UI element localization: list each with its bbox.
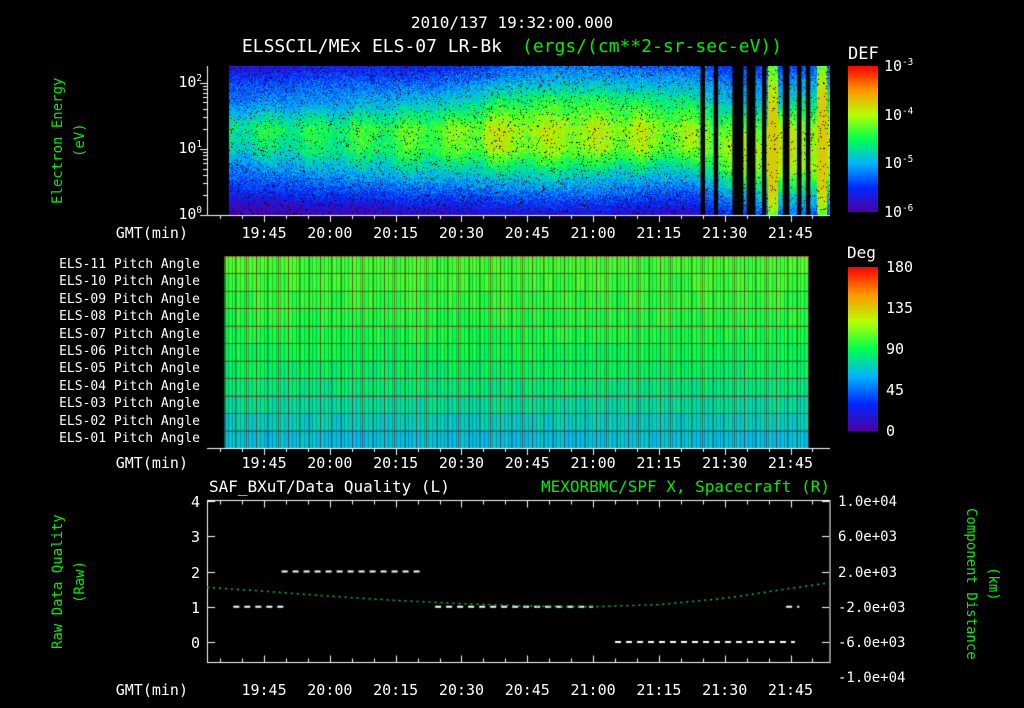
- pitch-row-label: ELS-03 Pitch Angle: [59, 396, 200, 412]
- pitch-row-label: ELS-04 Pitch Angle: [59, 378, 200, 394]
- p3-left-tick-label: 2: [190, 563, 200, 582]
- deg-colorbar: [848, 267, 878, 431]
- pitch-row-label: ELS-06 Pitch Angle: [59, 344, 200, 359]
- x-tick-label: 21:45: [767, 454, 814, 472]
- p3-right-tick-label: 1.0e+04: [838, 494, 898, 510]
- panel3-right-title: MEXORBMC/SPF X, Spacecraft (R): [541, 477, 830, 496]
- pitch-angle-heatmap: [199, 256, 830, 456]
- p3-left-tick-label: 4: [190, 493, 200, 511]
- deg-colorbar-tick-label: 0: [886, 422, 896, 440]
- pitch-row-label: ELS-08 Pitch Angle: [59, 309, 200, 325]
- x-tick-label: 21:30: [702, 224, 748, 242]
- x-tick-label: 20:45: [504, 681, 550, 699]
- pitch-row-label: ELS-10 Pitch Angle: [59, 274, 200, 290]
- def-colorbar-tick-label: 10-3: [884, 57, 914, 75]
- x-tick-label: 21:00: [570, 454, 616, 472]
- pitch-row-label: ELS-01 Pitch Angle: [59, 431, 200, 447]
- panel1-gmt-label: GMT(min): [115, 224, 188, 242]
- quality-distance-plot: [199, 499, 831, 665]
- x-tick-label: 19:45: [241, 681, 287, 699]
- instrument-title: ELSSCIL/MEx ELS-07 LR-Bk: [241, 36, 502, 57]
- panel3-gmt-label: GMT(min): [115, 681, 188, 699]
- def-colorbar-title: DEF: [848, 44, 879, 64]
- x-tick-label: 21:45: [767, 681, 814, 699]
- x-tick-label: 20:00: [307, 224, 353, 242]
- deg-colorbar-tick-label: 45: [886, 381, 905, 399]
- x-tick-label: 20:45: [504, 454, 550, 472]
- pitch-row-label: ELS-09 Pitch Angle: [59, 291, 200, 307]
- x-tick-label: 20:15: [373, 681, 419, 699]
- deg-colorbar-tick-label: 135: [886, 299, 914, 317]
- x-tick-label: 21:15: [636, 224, 682, 242]
- panel3-ylabel-distance: Component Distance: [963, 508, 979, 660]
- deg-colorbar-tick-label: 180: [886, 258, 914, 276]
- p3-right-tick-label: 6.0e+03: [838, 529, 898, 546]
- x-tick-label: 21:45: [767, 224, 814, 242]
- p3-right-tick-label: -1.0e+04: [838, 670, 906, 687]
- p3-left-tick-label: 3: [190, 528, 200, 547]
- x-tick-label: 21:00: [570, 224, 616, 242]
- deg-colorbar-title: Deg: [847, 243, 876, 262]
- p3-right-tick-label: 2.0e+03: [838, 564, 898, 581]
- timestamp-title: 2010/137 19:32:00.000: [410, 13, 614, 32]
- els-quicklook-screen: 2010/137 19:32:00.000 ELSSCIL/MEx ELS-07…: [0, 0, 1024, 708]
- p1-ytick-label: 100: [178, 205, 202, 223]
- panel2-gmt-label: GMT(min): [115, 454, 188, 472]
- x-tick-label: 20:15: [373, 454, 419, 472]
- pitch-row-label: ELS-07 Pitch Angle: [59, 326, 200, 342]
- units-title: (ergs/(cm**2-sr-sec-eV)): [522, 36, 783, 57]
- deg-colorbar-tick-label: 90: [886, 340, 905, 358]
- panel3-ylabel-quality: Raw Data Quality: [50, 514, 66, 650]
- x-tick-label: 21:15: [636, 454, 682, 472]
- x-tick-label: 20:00: [307, 681, 353, 699]
- electron-energy-spectrogram: [199, 66, 830, 223]
- pitch-row-label: ELS-02 Pitch Angle: [59, 413, 200, 429]
- x-tick-label: 21:15: [636, 681, 682, 699]
- def-colorbar-tick-label: 10-5: [884, 154, 914, 173]
- x-tick-label: 19:45: [241, 224, 287, 242]
- def-colorbar-tick-label: 10-6: [884, 203, 914, 221]
- x-tick-label: 21:30: [702, 681, 748, 699]
- x-tick-label: 21:00: [570, 681, 616, 699]
- p1-ytick-label: 102: [178, 72, 202, 91]
- x-tick-label: 21:30: [702, 454, 748, 472]
- panel1-ylabel-energy: Electron Energy: [50, 77, 66, 204]
- def-colorbar: [848, 66, 878, 212]
- x-tick-label: 20:45: [504, 224, 550, 242]
- pitch-row-label: ELS-11 Pitch Angle: [59, 256, 200, 272]
- p3-left-tick-label: 1: [190, 598, 200, 617]
- panel1-ylabel-units: (eV): [72, 123, 88, 158]
- panel3-left-title: SAF_BXuT/Data Quality (L): [209, 477, 450, 496]
- x-tick-label: 20:30: [438, 681, 485, 699]
- panel3-ylabel-quality-units: (Raw): [72, 560, 88, 604]
- p3-right-tick-label: -2.0e+03: [838, 599, 906, 616]
- pitch-row-label: ELS-05 Pitch Angle: [59, 361, 200, 377]
- x-tick-label: 20:00: [307, 454, 353, 472]
- panel3-ylabel-distance-units: (km): [985, 567, 1001, 601]
- x-tick-label: 19:45: [241, 454, 287, 472]
- p1-ytick-label: 101: [178, 138, 202, 157]
- x-tick-label: 20:15: [373, 224, 419, 242]
- p3-left-tick-label: 0: [190, 634, 200, 652]
- x-tick-label: 20:30: [438, 224, 485, 242]
- def-colorbar-tick-label: 10-4: [884, 105, 914, 124]
- x-tick-label: 20:30: [438, 454, 485, 472]
- p3-right-tick-label: -6.0e+03: [838, 635, 906, 651]
